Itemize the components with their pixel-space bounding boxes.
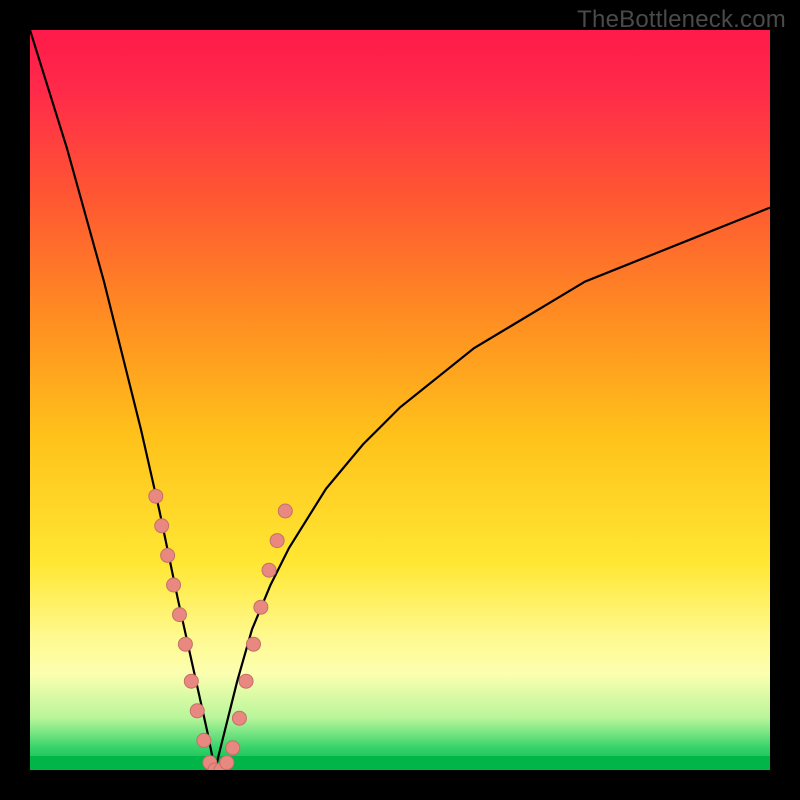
curve-marker: [220, 756, 234, 770]
bottleneck-curve-path: [30, 30, 770, 770]
curve-marker: [161, 548, 175, 562]
curve-marker: [278, 504, 292, 518]
curve-marker: [262, 563, 276, 577]
curve-marker: [232, 711, 246, 725]
curve-marker: [155, 519, 169, 533]
curve-marker: [167, 578, 181, 592]
curve-marker: [246, 637, 260, 651]
curve-marker: [184, 674, 198, 688]
curve-marker: [226, 741, 240, 755]
curve-markers: [149, 489, 292, 770]
curve-marker: [178, 637, 192, 651]
bottleneck-chart: [30, 30, 770, 770]
curve-marker: [270, 534, 284, 548]
curve-marker: [197, 733, 211, 747]
curve-marker: [190, 704, 204, 718]
curve-marker: [172, 608, 186, 622]
watermark-text: TheBottleneck.com: [577, 6, 786, 34]
curve-marker: [254, 600, 268, 614]
curve-marker: [239, 674, 253, 688]
curve-marker: [149, 489, 163, 503]
